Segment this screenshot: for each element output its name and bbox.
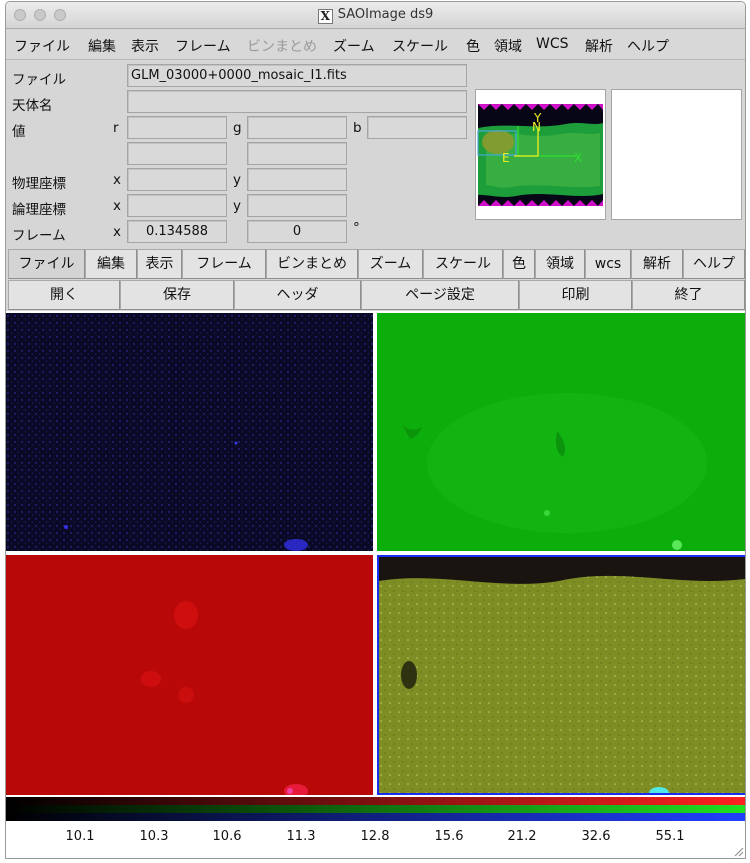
menu-view[interactable]: 表示 (131, 36, 159, 56)
x11-icon: X (317, 9, 333, 24)
panner[interactable]: Y N E X (475, 89, 606, 220)
print-button[interactable]: 印刷 (519, 280, 632, 310)
frame-angle-field: 0 (247, 220, 347, 243)
page-setup-button[interactable]: ページ設定 (361, 280, 519, 310)
menu-wcs[interactable]: WCS (536, 36, 569, 52)
colorbar-tick: 55.1 (655, 829, 685, 844)
value-g-field (247, 116, 347, 139)
header-button[interactable]: ヘッダ (234, 280, 361, 310)
ds9-window: X SAOImage ds9 ファイル 編集 表示 フレーム ビンまとめ ズーム … (5, 1, 746, 859)
button-help[interactable]: ヘルプ (683, 249, 745, 279)
file-label: ファイル (12, 72, 66, 88)
menu-color[interactable]: 色 (466, 36, 480, 56)
frame-x-label: x (113, 224, 121, 240)
compass-e-label: E (502, 151, 510, 165)
wcs-x-field (127, 142, 227, 165)
object-field (127, 90, 467, 113)
logical-y-label: y (233, 198, 241, 214)
window-title: SAOImage ds9 (337, 7, 434, 22)
object-label: 天体名 (12, 98, 53, 114)
frame-3-red[interactable] (6, 555, 373, 795)
image-frames (6, 311, 745, 800)
physical-x-field (127, 168, 227, 191)
button-bar: ファイル 編集 表示 フレーム ビンまとめ ズーム スケール 色 領域 wcs … (8, 249, 745, 279)
colorbar-ticks: 10.1 10.3 10.6 11.3 12.8 15.6 21.2 32.6 … (6, 821, 745, 858)
b-label: b (353, 120, 362, 136)
resize-grip-icon[interactable] (732, 845, 744, 857)
menu-region[interactable]: 領域 (494, 36, 522, 56)
file-sub-button-bar: 開く 保存 ヘッダ ページ設定 印刷 終了 (8, 280, 745, 310)
menu-zoom[interactable]: ズーム (333, 36, 375, 56)
value-b-field (367, 116, 467, 139)
menu-edit[interactable]: 編集 (88, 36, 116, 56)
exit-button[interactable]: 終了 (632, 280, 745, 310)
panner-image: Y N E X (476, 90, 605, 219)
frame-2-green[interactable] (377, 313, 745, 551)
frame-zoom-field: 0.134588 (127, 220, 227, 243)
button-analysis[interactable]: 解析 (631, 249, 683, 279)
logical-y-field (247, 194, 347, 217)
button-color[interactable]: 色 (503, 249, 535, 279)
file-name-field: GLM_03000+0000_mosaic_I1.fits (127, 64, 467, 87)
title-bar: X SAOImage ds9 (6, 2, 745, 29)
compass-x-label: X (574, 151, 582, 165)
colorbar-tick: 15.6 (434, 829, 464, 844)
physical-y-field (247, 168, 347, 191)
button-scale[interactable]: スケール (423, 249, 503, 279)
button-frame[interactable]: フレーム (182, 249, 266, 279)
physical-x-label: x (113, 172, 121, 188)
logical-x-label: x (113, 198, 121, 214)
menu-scale[interactable]: スケール (392, 36, 448, 56)
menu-help[interactable]: ヘルプ (627, 36, 669, 56)
button-wcs[interactable]: wcs (585, 249, 631, 279)
colorbar[interactable] (6, 797, 745, 821)
logical-x-field (127, 194, 227, 217)
open-button[interactable]: 開く (8, 280, 120, 310)
frame-label: フレーム (12, 228, 66, 244)
colorbar-tick: 10.6 (212, 829, 242, 844)
degree-symbol: ° (353, 220, 360, 236)
button-region[interactable]: 領域 (535, 249, 585, 279)
colorbar-tick: 11.3 (286, 829, 316, 844)
button-zoom[interactable]: ズーム (358, 249, 423, 279)
r-label: r (113, 120, 119, 136)
physical-y-label: y (233, 172, 241, 188)
colorbar-tick: 10.1 (65, 829, 95, 844)
button-file[interactable]: ファイル (8, 249, 85, 279)
wcs-y-field (247, 142, 347, 165)
menu-frame[interactable]: フレーム (175, 36, 231, 56)
g-label: g (233, 120, 242, 136)
menu-file[interactable]: ファイル (14, 36, 70, 56)
physical-coord-label: 物理座標 (12, 176, 66, 192)
logical-coord-label: 論理座標 (12, 202, 66, 218)
frame-1-blue[interactable] (6, 313, 373, 551)
colorbar-tick: 21.2 (507, 829, 537, 844)
menu-bar: ファイル 編集 表示 フレーム ビンまとめ ズーム スケール 色 領域 WCS … (6, 30, 745, 60)
frame-4-rgb-current[interactable] (377, 555, 745, 795)
colorbar-tick: 10.3 (139, 829, 169, 844)
button-edit[interactable]: 編集 (85, 249, 137, 279)
save-button[interactable]: 保存 (120, 280, 234, 310)
magnifier (611, 89, 742, 220)
colorbar-tick: 32.6 (581, 829, 611, 844)
value-label: 値 (12, 124, 26, 140)
compass-n-label: N (532, 120, 541, 134)
button-bin[interactable]: ビンまとめ (266, 249, 358, 279)
menu-bin: ビンまとめ (247, 39, 317, 55)
menu-analysis[interactable]: 解析 (585, 36, 613, 56)
value-r-field (127, 116, 227, 139)
colorbar-tick: 12.8 (360, 829, 390, 844)
button-view[interactable]: 表示 (137, 249, 182, 279)
